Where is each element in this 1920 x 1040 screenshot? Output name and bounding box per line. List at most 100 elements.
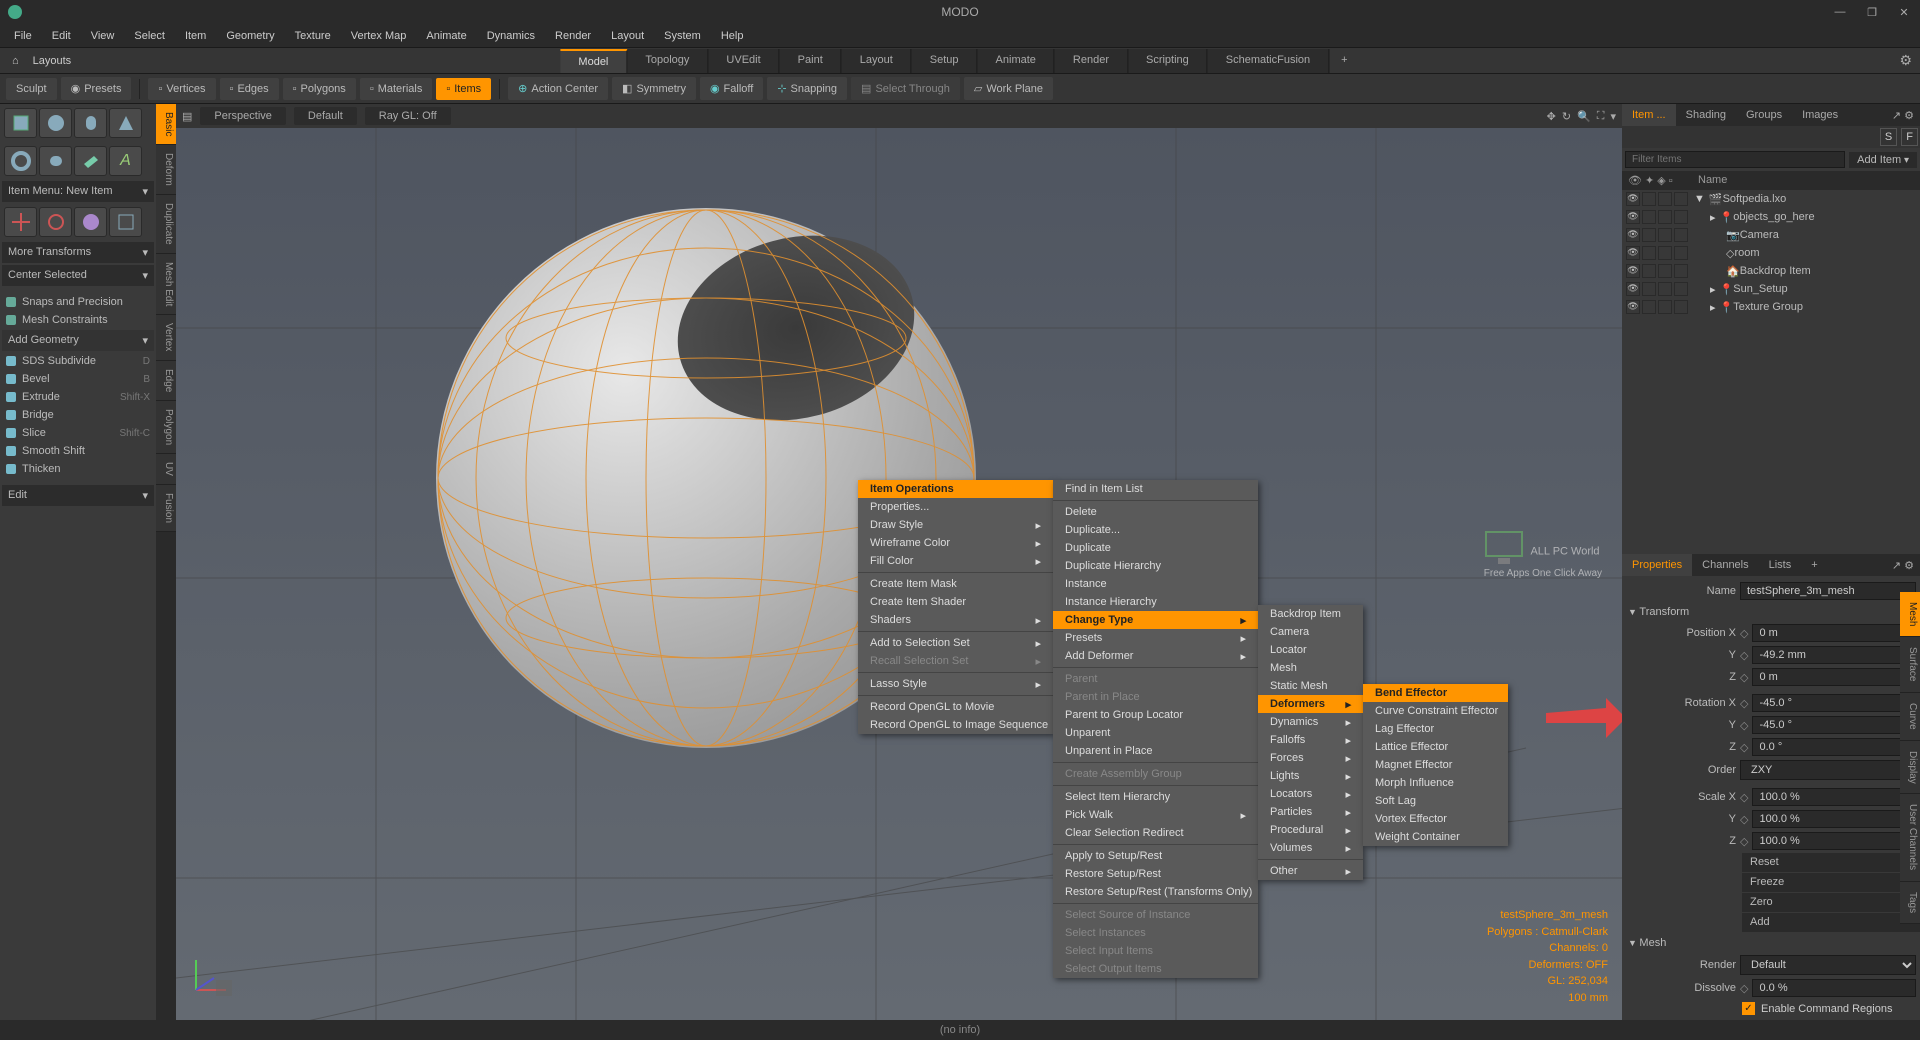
ctx3-dynamics[interactable]: Dynamics [1258, 713, 1363, 731]
ctx2-duplicate[interactable]: Duplicate... [1053, 521, 1258, 539]
ctx2-applysetup[interactable]: Apply to Setup/Rest [1053, 847, 1258, 865]
position-z-input[interactable] [1752, 668, 1916, 686]
tree-row-room[interactable]: 👁◇room [1622, 244, 1920, 262]
home-icon[interactable]: ⌂ [6, 55, 25, 67]
items-button[interactable]: ▫Items [436, 78, 491, 100]
tab-add[interactable]: + [1801, 554, 1827, 576]
scale-y-input[interactable] [1752, 810, 1916, 828]
vertices-button[interactable]: ▫Vertices [148, 78, 215, 100]
menu-render[interactable]: Render [545, 26, 601, 46]
work-plane-button[interactable]: ▱Work Plane [964, 77, 1053, 100]
side-tab-edge[interactable]: Edge [156, 361, 176, 401]
keyframe-icon[interactable]: ◇ [1740, 835, 1748, 848]
letter-s[interactable]: S [1880, 128, 1897, 146]
letter-f[interactable]: F [1901, 128, 1918, 146]
snapping-button[interactable]: ⊹Snapping [767, 77, 847, 100]
ctx2-restoresetup[interactable]: Restore Setup/Rest [1053, 865, 1258, 883]
ctx2-find[interactable]: Find in Item List [1053, 480, 1258, 498]
dissolve-input[interactable] [1752, 979, 1916, 997]
ctx3-particles[interactable]: Particles [1258, 803, 1363, 821]
ctx1-fillcolor[interactable]: Fill Color [858, 552, 1053, 570]
rside-tab-display[interactable]: Display [1900, 741, 1920, 795]
keyframe-icon[interactable]: ◇ [1740, 671, 1748, 684]
menu-help[interactable]: Help [711, 26, 754, 46]
tree-row-texture[interactable]: 👁▸📍Texture Group [1622, 298, 1920, 316]
menu-select[interactable]: Select [124, 26, 175, 46]
ctx4-lag[interactable]: Lag Effector [1363, 720, 1508, 738]
ctx2-delete[interactable]: Delete [1053, 503, 1258, 521]
scale-x-input[interactable] [1752, 788, 1916, 806]
ctx3-lights[interactable]: Lights [1258, 767, 1363, 785]
ctx1-createshader[interactable]: Create Item Shader [858, 593, 1053, 611]
layout-tab-layout[interactable]: Layout [842, 49, 912, 73]
ctx2-restoresetup2[interactable]: Restore Setup/Rest (Transforms Only) [1053, 883, 1258, 901]
text-tool[interactable]: A [109, 146, 142, 176]
menu-texture[interactable]: Texture [285, 26, 341, 46]
action-center-button[interactable]: ⊕Action Center [508, 77, 608, 100]
tab-item[interactable]: Item ... [1622, 104, 1676, 126]
cube-tool[interactable] [4, 108, 37, 138]
keyframe-icon[interactable]: ◇ [1740, 649, 1748, 662]
plane-tool[interactable] [74, 146, 107, 176]
tab-groups[interactable]: Groups [1736, 104, 1792, 126]
viewport-options-icon[interactable]: ▤ [182, 110, 192, 123]
keyframe-icon[interactable]: ◇ [1740, 982, 1748, 995]
menu-view[interactable]: View [81, 26, 125, 46]
ctx2-selhier[interactable]: Select Item Hierarchy [1053, 788, 1258, 806]
render-select[interactable]: Default [1740, 955, 1916, 975]
side-tab-deform[interactable]: Deform [156, 145, 176, 195]
ctx3-forces[interactable]: Forces [1258, 749, 1363, 767]
rotation-z-input[interactable] [1752, 738, 1916, 756]
select-through-button[interactable]: ▤Select Through [851, 77, 960, 100]
ctx2-unparent[interactable]: Unparent [1053, 724, 1258, 742]
rotate-icon[interactable]: ↻ [1562, 110, 1571, 123]
rside-tab-mesh[interactable]: Mesh [1900, 592, 1920, 637]
ctx4-weight[interactable]: Weight Container [1363, 828, 1508, 846]
rside-tab-surface[interactable]: Surface [1900, 637, 1920, 692]
edges-button[interactable]: ▫Edges [220, 78, 279, 100]
op-slice[interactable]: SliceShift-C [0, 424, 156, 442]
ctx2-presets[interactable]: Presets [1053, 629, 1258, 647]
transform-section[interactable]: Transform [1626, 602, 1916, 622]
order-select[interactable]: ZXY [1740, 760, 1916, 780]
side-tab-vertex[interactable]: Vertex [156, 315, 176, 360]
pan-icon[interactable]: ✥ [1547, 110, 1556, 123]
settings-gear-icon[interactable]: ⚙ [1899, 52, 1912, 69]
tab-properties[interactable]: Properties [1622, 554, 1692, 576]
mesh-constraints-button[interactable]: Mesh Constraints [0, 311, 156, 329]
more-transforms-dropdown[interactable]: More Transforms▾ [2, 242, 154, 263]
op-bridge[interactable]: Bridge [0, 406, 156, 424]
rside-tab-curve[interactable]: Curve [1900, 693, 1920, 741]
menu-dynamics[interactable]: Dynamics [477, 26, 545, 46]
rside-tab-userchannels[interactable]: User Channels [1900, 794, 1920, 881]
tab-channels[interactable]: Channels [1692, 554, 1758, 576]
layout-tab-animate[interactable]: Animate [978, 49, 1055, 73]
sculpt-button[interactable]: Sculpt [6, 78, 57, 100]
keyframe-icon[interactable]: ◇ [1740, 627, 1748, 640]
filter-input[interactable] [1625, 151, 1845, 168]
layout-tab-model[interactable]: Model [560, 49, 627, 73]
ctx3-deformers[interactable]: Deformers [1258, 695, 1363, 713]
ctx3-falloffs[interactable]: Falloffs [1258, 731, 1363, 749]
maximize-viewport-icon[interactable]: ▾ [1610, 110, 1616, 123]
ctx3-staticmesh[interactable]: Static Mesh [1258, 677, 1363, 695]
ctx4-bend[interactable]: Bend Effector [1363, 684, 1508, 702]
ctx4-lattice[interactable]: Lattice Effector [1363, 738, 1508, 756]
ctx3-volumes[interactable]: Volumes [1258, 839, 1363, 857]
props-options-icon[interactable]: ↗ ⚙ [1886, 559, 1920, 572]
panel-options-icon[interactable]: ↗ ⚙ [1886, 109, 1920, 122]
ctx1-recmovie[interactable]: Record OpenGL to Movie [858, 698, 1053, 716]
menu-vertexmap[interactable]: Vertex Map [341, 26, 417, 46]
raygl-toggle[interactable]: Ray GL: Off [365, 107, 451, 125]
menu-system[interactable]: System [654, 26, 711, 46]
ctx2-duphier[interactable]: Duplicate Hierarchy [1053, 557, 1258, 575]
ctx1-createmask[interactable]: Create Item Mask [858, 575, 1053, 593]
position-y-input[interactable] [1752, 646, 1916, 664]
ctx3-locator[interactable]: Locator [1258, 641, 1363, 659]
tree-row-sun[interactable]: 👁▸📍Sun_Setup [1622, 280, 1920, 298]
op-smooth-shift[interactable]: Smooth Shift [0, 442, 156, 460]
ctx1-addselset[interactable]: Add to Selection Set [858, 634, 1053, 652]
ctx4-softlag[interactable]: Soft Lag [1363, 792, 1508, 810]
menu-geometry[interactable]: Geometry [216, 26, 284, 46]
zoom-icon[interactable]: 🔍 [1577, 110, 1591, 123]
